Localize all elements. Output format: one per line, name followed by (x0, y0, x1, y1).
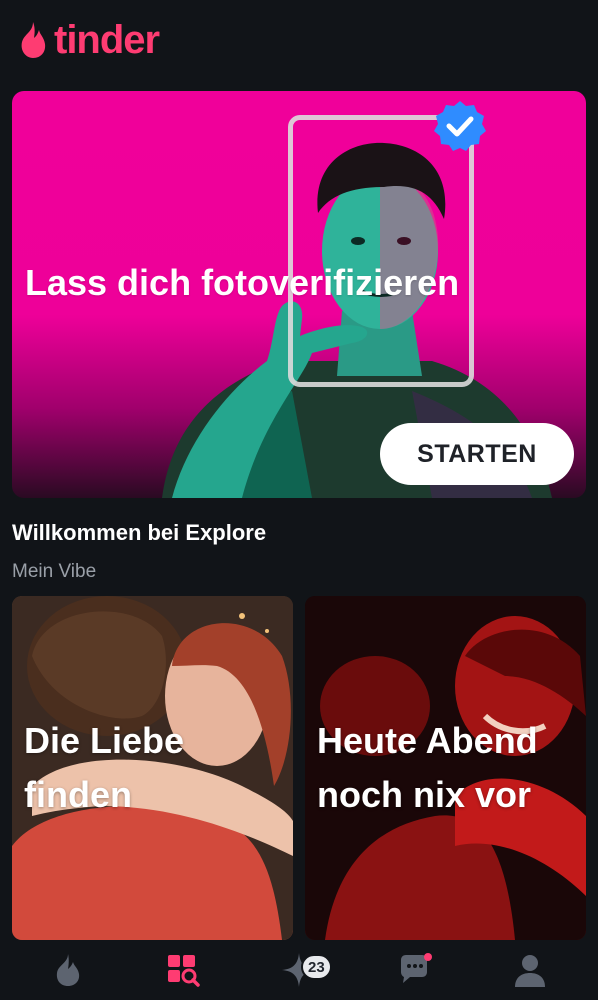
photo-verification-banner[interactable]: Lass dich fotoverifizieren STARTEN (12, 91, 586, 498)
start-button[interactable]: STARTEN (380, 423, 574, 485)
verification-frame (288, 115, 474, 387)
chat-icon (400, 953, 432, 983)
bottom-navigation: 23 (0, 940, 598, 1000)
header: tinder (0, 0, 598, 80)
vibe-card-tonight[interactable]: Heute Abend noch nix vor (305, 596, 586, 940)
verified-check-icon (434, 101, 486, 151)
nav-chat[interactable] (385, 940, 445, 1000)
nav-profile[interactable] (500, 940, 560, 1000)
flame-icon (56, 954, 79, 986)
logo-wordmark: tinder (54, 18, 160, 62)
nav-likes[interactable]: 23 (269, 940, 332, 1000)
flame-logo-icon (21, 22, 46, 58)
section-title: Willkommen bei Explore (12, 520, 267, 545)
explore-icon (168, 955, 201, 987)
tinder-logo[interactable]: tinder (16, 18, 160, 62)
nav-swipe[interactable] (38, 940, 98, 1000)
app-screen: tinder Lass dich fotoverifizieren STARTE… (0, 0, 598, 1000)
vibe-card-label: Heute Abend noch nix vor (317, 720, 538, 815)
likes-count-badge: 23 (300, 954, 332, 980)
profile-icon (515, 955, 546, 987)
nav-explore[interactable] (153, 940, 213, 1000)
hero-title: Lass dich fotoverifizieren (25, 262, 460, 303)
section-subtitle: Mein Vibe (12, 561, 97, 582)
vibe-card-find-love[interactable]: Die Liebe finden (12, 596, 293, 940)
vibe-card-label: Die Liebe finden (24, 720, 185, 815)
